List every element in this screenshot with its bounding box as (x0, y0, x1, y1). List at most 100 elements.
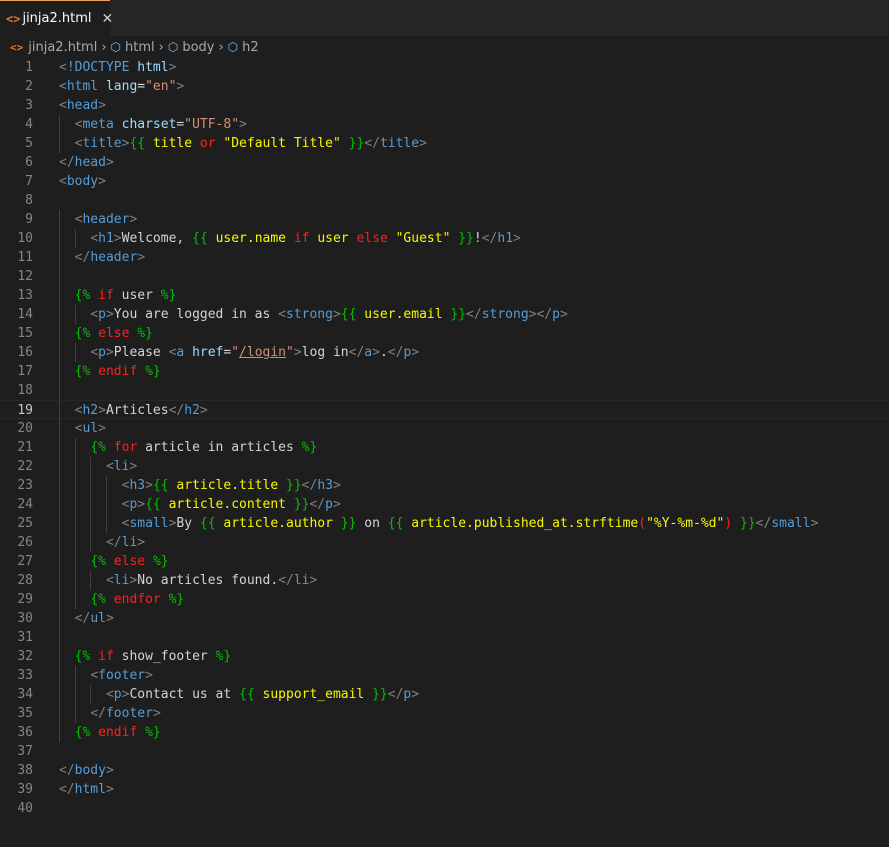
code-text: </footer> (90, 704, 160, 723)
tab-jinja2-html[interactable]: <> jinja2.html ✕ (0, 0, 113, 36)
line-number: 26 (17, 535, 33, 550)
code-token: }} (372, 687, 388, 702)
code-line[interactable]: 35 </footer> (0, 704, 889, 723)
code-line[interactable]: 21 {% for article in articles %} (0, 438, 889, 457)
indent-guide (74, 666, 76, 685)
code-line[interactable]: 8 (0, 191, 889, 210)
code-text: <p>Please <a href="/login">log in</a>.</… (90, 343, 419, 362)
code-line[interactable]: 34 <p > Contact us at {{ support_email }}</… (0, 685, 889, 704)
code-line[interactable]: 32 {% if show_footer %} (0, 647, 889, 666)
code-line[interactable]: 17 {% endif %} (0, 362, 889, 381)
code-token: > (129, 459, 138, 474)
indent-guide (74, 495, 76, 514)
breadcrumb: <> jinja2.html › ⬡ html › ⬡ body › ⬡ h2 (0, 36, 889, 58)
code-line[interactable]: 19 <h2>Articles</h2> (0, 400, 889, 420)
code-text: {% else %} (75, 324, 153, 343)
breadcrumb-item-body[interactable]: ⬡ body (168, 40, 215, 55)
code-token: You are logged in as (113, 307, 279, 322)
code-line[interactable]: 7 <body> (0, 172, 889, 191)
code-line[interactable]: 26 </li> (0, 533, 889, 552)
code-token: > (332, 307, 341, 322)
code-token: li (113, 459, 130, 474)
code-line[interactable]: 20 <ul> (0, 419, 889, 438)
code-token: > (137, 250, 146, 265)
code-token: a (364, 345, 373, 360)
code-token: html (137, 60, 169, 75)
code-token: Please (113, 345, 169, 360)
code-line[interactable]: 24 <p>{{ article.content }}</p> (0, 495, 889, 514)
code-line[interactable]: 31 (0, 628, 889, 647)
code-line[interactable]: 11 </header> (0, 248, 889, 267)
code-editor[interactable]: 1 <!DOCTYPE html> 2 <html lang="en"> 3 <head>… (0, 58, 889, 847)
code-line[interactable]: 25 <small>By {{ article.author }} on {{ a… (0, 514, 889, 533)
code-line[interactable]: 22 <li> (0, 457, 889, 476)
code-token: a (176, 345, 193, 360)
code-token: !DOCTYPE (66, 60, 138, 75)
code-token: {% (90, 554, 114, 569)
code-line[interactable]: 38 </body> (0, 761, 889, 780)
code-line[interactable]: 29 {% endfor %} (0, 590, 889, 609)
editor-tab-bar: <> jinja2.html ✕ (0, 0, 889, 36)
code-line[interactable]: 6 </head> (0, 153, 889, 172)
breadcrumb-item-h2[interactable]: ⬡ h2 (228, 40, 259, 55)
code-line[interactable]: 39 </html> (0, 780, 889, 799)
code-token: on (356, 516, 388, 531)
code-token: if (98, 288, 122, 303)
code-line[interactable]: 4 <meta charset="UTF-8"> (0, 115, 889, 134)
code-text: {% endfor %} (90, 590, 184, 609)
code-token: > (137, 535, 146, 550)
line-number: 8 (25, 193, 33, 208)
code-text: <html lang="en"> (59, 77, 184, 96)
line-number: 24 (17, 497, 33, 512)
code-line[interactable]: 18 (0, 381, 889, 400)
code-line[interactable]: 36 {% endif %} (0, 723, 889, 742)
line-number: 33 (17, 668, 33, 683)
indent-guide (90, 514, 92, 533)
code-line[interactable]: 40 (0, 799, 889, 818)
code-text: </html> (59, 780, 114, 799)
code-token: > (105, 155, 114, 170)
code-token: < (105, 573, 114, 588)
code-token: > (137, 497, 146, 512)
code-text: <li>No articles found.</li> (106, 571, 317, 590)
breadcrumb-item-html[interactable]: ⬡ html (111, 40, 155, 55)
chevron-right-icon: › (101, 39, 107, 55)
code-line[interactable]: 28 <li>No articles found.</li> (0, 571, 889, 590)
code-line[interactable]: 3 <head> (0, 96, 889, 115)
code-line[interactable]: 14 <p>You are logged in as <strong>{{ use… (0, 305, 889, 324)
line-number: 1 (25, 60, 33, 75)
code-token: {{ (129, 136, 153, 151)
code-line[interactable]: 13 {% if user %} (0, 286, 889, 305)
code-token: %} (301, 440, 318, 455)
indent-guide (59, 115, 60, 134)
code-line[interactable]: 10 <h1>Welcome, {{ user.name if user else… (0, 229, 889, 248)
code-line[interactable]: 15 {% else %} (0, 324, 889, 343)
indent-guide (74, 704, 76, 723)
code-token: h3 (129, 478, 146, 493)
code-line[interactable]: 5 <title>{{ title or "Default Title" }}</… (0, 134, 889, 153)
line-number: 6 (25, 155, 33, 170)
code-line[interactable]: 33 <footer> (0, 666, 889, 685)
code-line[interactable]: 9 <header> (0, 210, 889, 229)
code-line[interactable]: 23 <h3>{{ article.title }}</h3> (0, 476, 889, 495)
code-token: title (379, 136, 420, 151)
breadcrumb-item-file[interactable]: <> jinja2.html (10, 40, 97, 55)
code-token: Welcome, (121, 231, 193, 246)
tab-label: jinja2.html (22, 11, 92, 26)
code-text: <title>{{ title or "Default Title" }}</t… (75, 134, 427, 153)
code-token: > (105, 307, 114, 322)
code-line[interactable]: 1 <!DOCTYPE html> (0, 58, 889, 77)
code-line[interactable]: 12 (0, 267, 889, 286)
line-number: 32 (17, 649, 33, 664)
code-text: <!DOCTYPE html> (59, 58, 176, 77)
close-icon[interactable]: ✕ (102, 11, 114, 27)
code-line[interactable]: 27 {% else %} (0, 552, 889, 571)
code-line[interactable]: 2 <html lang="en"> (0, 77, 889, 96)
code-line[interactable]: 16 <p>Please <a href="/login">log in</a>.… (0, 343, 889, 362)
indent-guide (74, 590, 76, 609)
code-token: > (293, 345, 302, 360)
code-token: else (113, 554, 153, 569)
indent-guide (90, 685, 92, 704)
code-line[interactable]: 30 </ul> (0, 609, 889, 628)
code-line[interactable]: 37 (0, 742, 889, 761)
